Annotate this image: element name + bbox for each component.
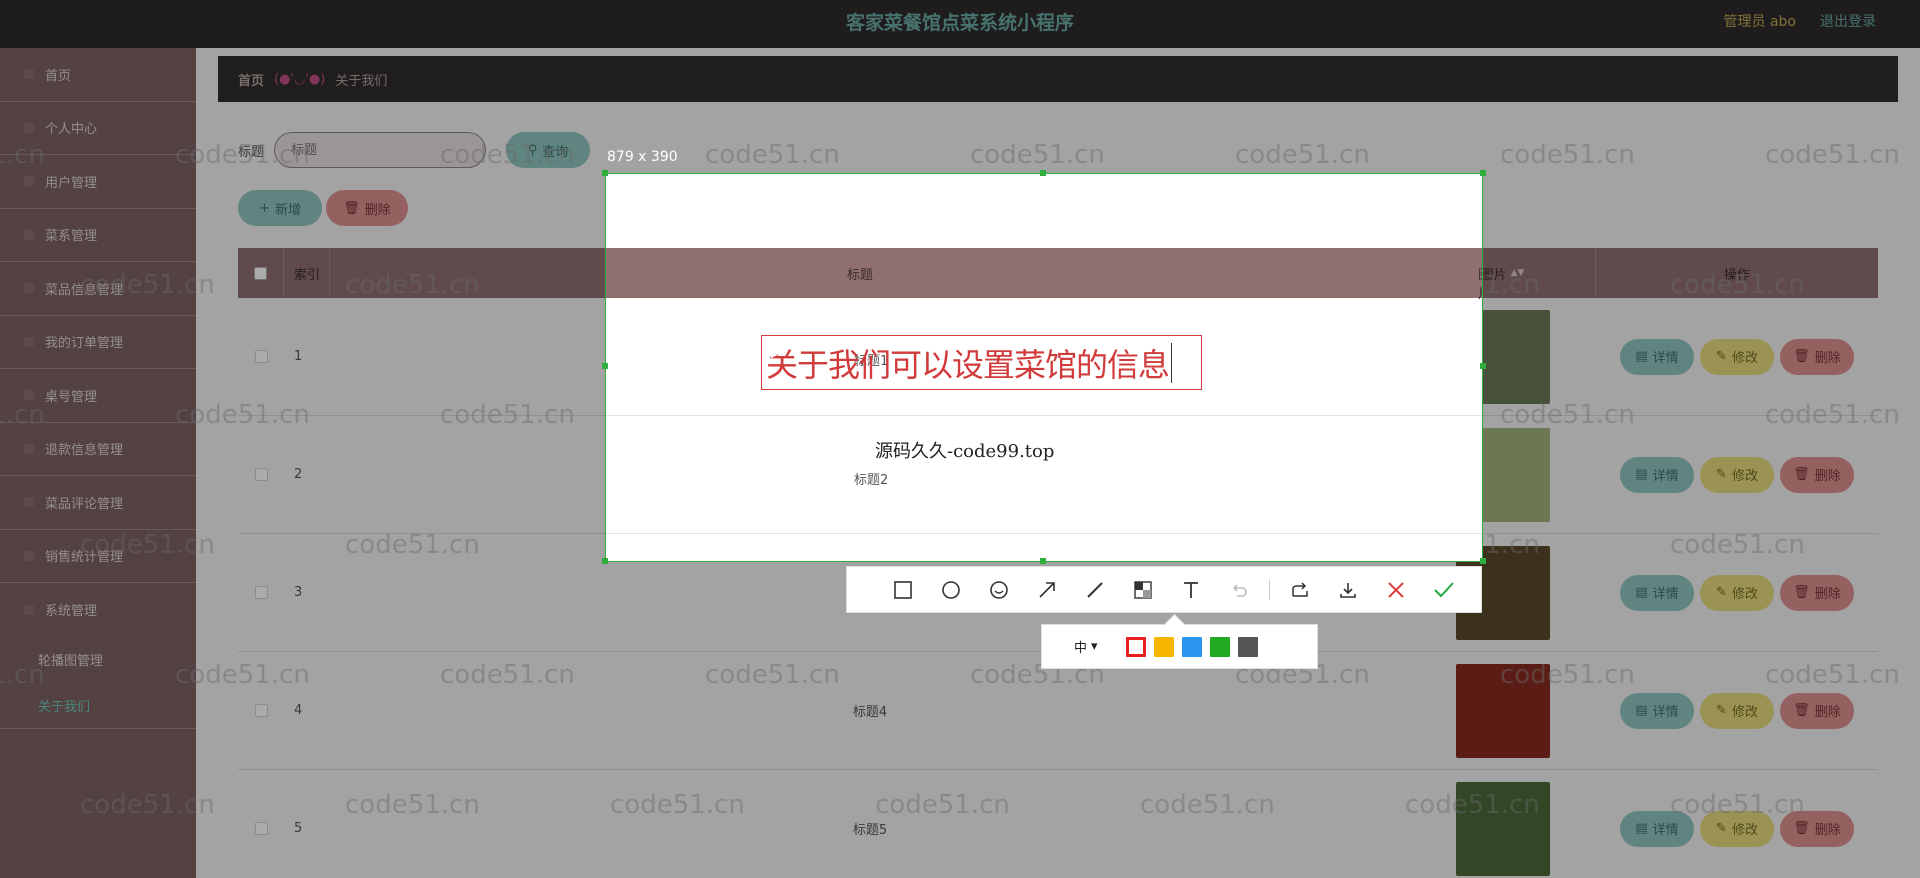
undo-icon[interactable] <box>1215 566 1263 613</box>
brush-icon[interactable] <box>1071 566 1119 613</box>
divider <box>606 415 1482 416</box>
text-annotation-box[interactable]: 关于我们可以设置菜馆的信息 <box>761 335 1202 390</box>
text-style-panel: 中 ▾ <box>1041 624 1318 669</box>
text-caret <box>1171 342 1173 383</box>
resize-handle[interactable] <box>1480 558 1486 564</box>
confirm-icon[interactable] <box>1420 566 1468 613</box>
mosaic-icon[interactable] <box>1119 566 1167 613</box>
color-swatch-green[interactable] <box>1209 636 1230 657</box>
font-size-value: 中 <box>1074 641 1088 656</box>
text-annotation[interactable]: 关于我们可以设置菜馆的信息 <box>766 340 1170 386</box>
emoji-icon[interactable] <box>975 566 1023 613</box>
color-swatch-blue[interactable] <box>1181 636 1202 657</box>
selection-table-header: 标题 图片 <box>606 248 1482 302</box>
resize-handle[interactable] <box>1040 170 1046 176</box>
selection-row-title: 标题2 <box>854 473 889 488</box>
arrow-icon[interactable] <box>1023 566 1071 613</box>
toolbar-divider <box>1269 579 1270 600</box>
color-swatch-gray[interactable] <box>1237 636 1258 657</box>
selection-size-label: 879 x 390 <box>607 149 678 165</box>
resize-handle[interactable] <box>1480 363 1486 369</box>
resize-handle[interactable] <box>1040 558 1046 564</box>
rectangle-icon[interactable] <box>879 566 927 613</box>
color-swatch-red[interactable] <box>1125 636 1146 657</box>
caret-down-icon: ▾ <box>1091 639 1098 654</box>
text-icon[interactable] <box>1167 566 1215 613</box>
color-swatch-yellow[interactable] <box>1153 636 1174 657</box>
font-size-select[interactable]: 中 ▾ <box>1074 637 1098 656</box>
source-watermark: 源码久久-code99.top <box>875 441 1055 462</box>
resize-handle[interactable] <box>602 170 608 176</box>
divider <box>606 533 1482 534</box>
circle-icon[interactable] <box>927 566 975 613</box>
share-icon[interactable] <box>1276 566 1324 613</box>
resize-handle[interactable] <box>602 558 608 564</box>
download-icon[interactable] <box>1324 566 1372 613</box>
cancel-icon[interactable] <box>1372 566 1420 613</box>
resize-handle[interactable] <box>1480 170 1486 176</box>
screenshot-toolbar <box>846 566 1482 613</box>
selection-header-image: 图片 <box>1478 264 1482 302</box>
resize-handle[interactable] <box>602 363 608 369</box>
selection-header-title: 标题 <box>847 268 874 283</box>
